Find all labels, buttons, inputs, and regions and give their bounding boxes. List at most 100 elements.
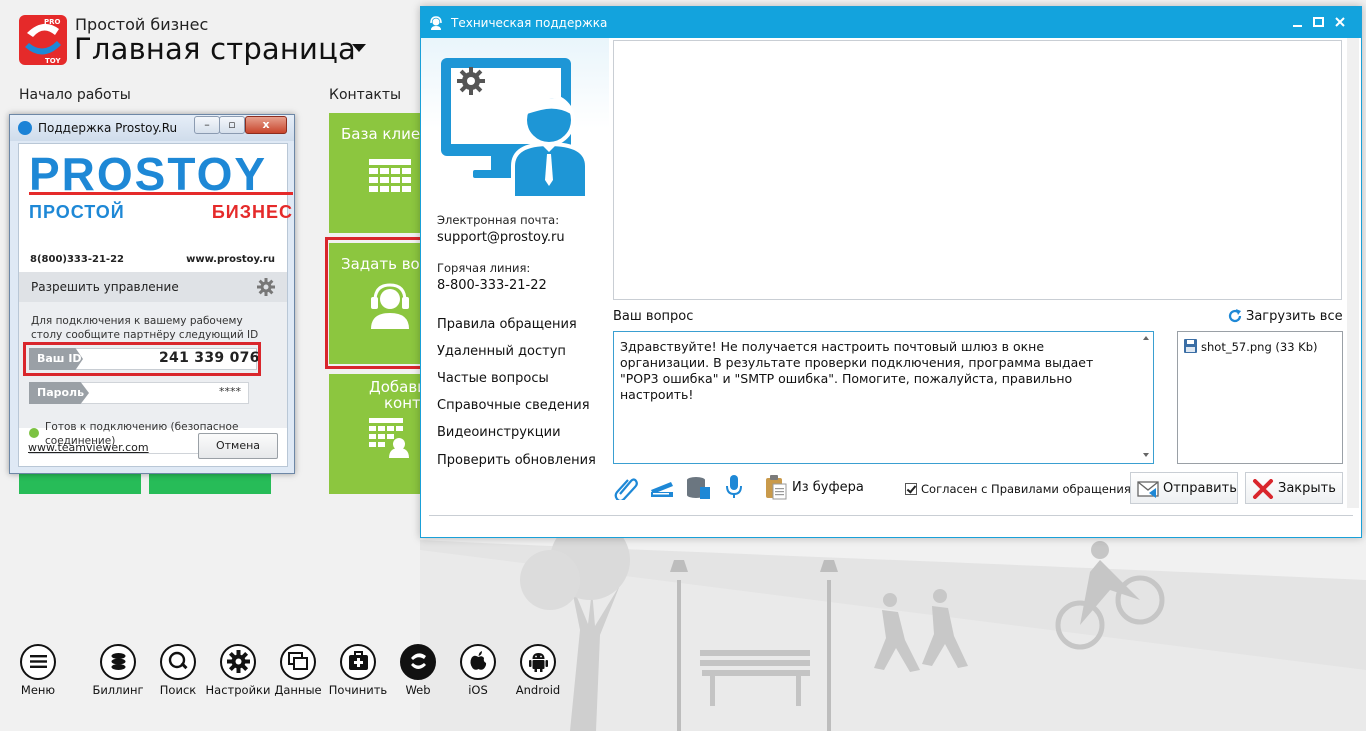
headset-icon (430, 16, 442, 30)
nav-faq[interactable]: Частые вопросы (437, 371, 549, 386)
send-label: Отправить (1163, 481, 1237, 496)
support-dialog-title: Техническая поддержка (451, 16, 608, 30)
microphone-icon[interactable] (721, 474, 747, 500)
scanner-icon[interactable] (649, 474, 675, 500)
dock-android-label: Android (515, 683, 561, 697)
dialog-bottom-divider (429, 515, 1353, 516)
search-icon (160, 644, 196, 680)
close-icon[interactable]: x (245, 116, 287, 134)
send-button[interactable]: Отправить (1130, 472, 1238, 504)
hotline-value: 8-800-333-21-22 (437, 278, 547, 293)
brand-russian: ПРОСТОЙ БИЗНЕС (29, 200, 293, 224)
tile-clients[interactable]: База клиент (329, 113, 421, 233)
envelope-icon (1137, 481, 1159, 498)
scroll-down-icon[interactable] (1143, 453, 1149, 457)
table-grid-icon (369, 159, 411, 192)
prostoy-app-logo: PRO TOY (19, 15, 67, 65)
clipboard-icon (766, 475, 787, 500)
android-icon (520, 644, 556, 680)
close-button[interactable]: Закрыть (1245, 472, 1343, 504)
agree-checkbox[interactable]: Согласен с Правилами обращения (905, 482, 1131, 496)
paste-from-clipboard-label: Из буфера (792, 480, 864, 495)
svg-text:PRO: PRO (44, 18, 61, 26)
brand-wordmark: PROSTOY (29, 150, 267, 196)
dock-android[interactable]: Android (503, 644, 573, 704)
nav-remote-access[interactable]: Удаленный доступ (437, 344, 566, 359)
connection-hint: Для подключения к вашему рабочему столу … (31, 315, 259, 341)
email-value[interactable]: support@prostoy.ru (437, 230, 565, 245)
question-scrollbar[interactable] (1141, 334, 1151, 461)
support-sidebar: Электронная почта: support@prostoy.ru Го… (421, 38, 609, 508)
nav-rules[interactable]: Правила обращения (437, 317, 577, 332)
checkbox-checked-icon[interactable] (905, 483, 917, 495)
email-label: Электронная почта: (437, 213, 560, 227)
floppy-file-icon (1184, 339, 1197, 353)
cancel-button[interactable]: Отмена (198, 433, 278, 459)
tile-add-contact[interactable]: Добави конта (329, 374, 421, 494)
support-dialog: Техническая поддержка Электронная почта:… (420, 6, 1362, 538)
title-dropdown-caret-icon[interactable] (352, 44, 366, 52)
tile-clients-label: База клиент (341, 125, 421, 143)
brand-russian-right: БИЗНЕС (211, 202, 293, 222)
tile-selection-highlight (325, 237, 423, 369)
attachments-list: shot_57.png (33 Kb) (1177, 331, 1343, 464)
paperclip-icon[interactable] (613, 474, 639, 500)
hotline-label: Горячая линия: (437, 261, 531, 275)
status-dot-icon (29, 428, 39, 438)
attachment-item[interactable]: shot_57.png (33 Kb) (1184, 339, 1318, 354)
teamviewer-body: PROSTOY ПРОСТОЙ БИЗНЕС 8(800)333-21-22 w… (18, 143, 293, 467)
refresh-icon (1228, 309, 1242, 323)
allow-control-header: Разрешить управление (19, 272, 287, 302)
allow-control-title: Разрешить управление (31, 280, 179, 294)
apple-icon (460, 644, 496, 680)
question-text: Здравствуйте! Не получается настроить по… (620, 339, 1094, 402)
maximize-icon[interactable] (1312, 15, 1326, 29)
scroll-up-icon[interactable] (1143, 336, 1149, 340)
nav-video-instructions[interactable]: Видеоинструкции (437, 425, 561, 440)
dock-menu[interactable]: Меню (3, 644, 73, 704)
tile-add-contact-label-2: конта (384, 394, 421, 412)
page-title[interactable]: Главная страница (74, 32, 356, 66)
add-table-icon (369, 418, 409, 458)
menu-icon (20, 644, 56, 680)
dock-menu-label: Меню (20, 683, 56, 697)
brand-site: www.prostoy.ru (186, 254, 275, 265)
data-icon (280, 644, 316, 680)
agree-label: Согласен с Правилами обращения (921, 482, 1131, 496)
minimize-icon[interactable] (1291, 15, 1305, 29)
teamviewer-link[interactable]: www.teamviewer.com (28, 441, 149, 454)
question-textarea[interactable]: Здравствуйте! Не получается настроить по… (613, 331, 1154, 464)
maximize-icon[interactable]: ▫ (219, 116, 245, 134)
support-specialist-icon (441, 58, 589, 198)
web-icon (400, 644, 436, 680)
start-tile-strip-2[interactable] (149, 474, 271, 494)
support-dialog-titlebar[interactable]: Техническая поддержка (421, 7, 1361, 38)
prostoy-brand-logo: PROSTOY (29, 150, 293, 196)
dialog-scrollbar[interactable] (1347, 38, 1359, 508)
password-value: **** (219, 385, 241, 398)
gear-icon[interactable] (257, 278, 275, 296)
repair-icon (340, 644, 376, 680)
minimize-icon[interactable]: – (194, 116, 220, 134)
teamviewer-app-icon (18, 121, 32, 135)
section-contacts-label: Контакты (329, 87, 402, 103)
close-red-x-icon (1253, 479, 1273, 499)
teamviewer-window: Поддержка Prostoy.Ru – ▫ x PROSTOY ПРОСТ… (9, 114, 295, 474)
nav-reference[interactable]: Справочные сведения (437, 398, 590, 413)
attachment-name: shot_57.png (33 Kb) (1201, 340, 1318, 354)
database-icon[interactable] (685, 474, 711, 500)
upload-all-label: Загрузить все (1246, 309, 1343, 324)
billing-icon (100, 644, 136, 680)
teamviewer-titlebar[interactable]: Поддержка Prostoy.Ru – ▫ x (10, 115, 294, 141)
question-label: Ваш вопрос (613, 309, 694, 324)
brand-phone: 8(800)333-21-22 (30, 254, 124, 265)
conversation-area (613, 40, 1342, 300)
teamviewer-window-title: Поддержка Prostoy.Ru (38, 121, 178, 135)
close-icon[interactable] (1333, 15, 1347, 29)
allow-control-panel: Разрешить управление Для подключения к в… (19, 272, 287, 428)
gear-icon (220, 644, 256, 680)
close-label: Закрыть (1278, 481, 1336, 496)
start-tile-strip-1[interactable] (19, 474, 141, 494)
nav-check-updates[interactable]: Проверить обновления (437, 453, 596, 468)
password-label: Пароль (29, 382, 89, 404)
